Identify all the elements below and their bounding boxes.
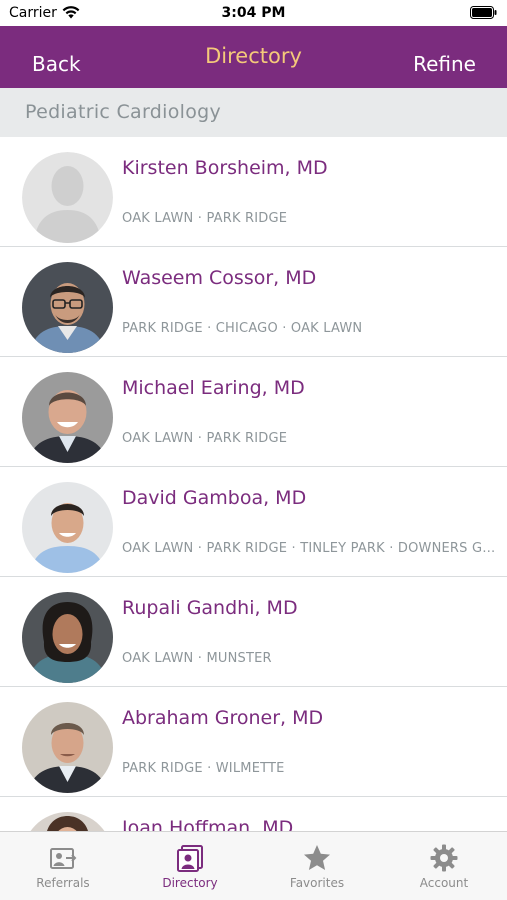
provider-locations: OAK LAWN · PARK RIDGE [122,211,288,226]
provider-name: Kirsten Borsheim, MD [122,157,328,179]
avatar-placeholder [22,152,113,243]
referral-icon [50,848,77,869]
tab-favorites[interactable]: Favorites [254,832,380,900]
provider-locations: OAK LAWN · PARK RIDGE [122,431,288,446]
avatar [22,482,113,573]
tab-directory[interactable]: Directory [127,832,253,900]
tab-bar: Referrals Directory Favorites Account [0,831,507,900]
list-item[interactable]: Abraham Groner, MD PARK RIDGE · WILMETTE [0,687,507,797]
provider-list[interactable]: Kirsten Borsheim, MD OAK LAWN · PARK RID… [0,137,507,832]
provider-photo [22,482,113,573]
tab-label: Referrals [36,876,90,890]
tab-account[interactable]: Account [381,832,507,900]
provider-locations: OAK LAWN · MUNSTER [122,651,272,666]
provider-name: Waseem Cossor, MD [122,267,317,289]
provider-name: Michael Earing, MD [122,377,305,399]
provider-photo [22,702,113,793]
provider-locations: PARK RIDGE · WILMETTE [122,761,285,776]
battery-icon [470,6,497,19]
tab-label: Favorites [289,876,345,890]
provider-name: Joan Hoffman, MD [122,817,294,832]
avatar [22,262,113,353]
refine-button[interactable]: Refine [413,52,476,76]
tab-label: Account [419,876,469,890]
provider-photo [22,372,113,463]
list-item[interactable]: Rupali Gandhi, MD OAK LAWN · MUNSTER [0,577,507,687]
provider-name: Rupali Gandhi, MD [122,597,298,619]
avatar [22,812,113,832]
person-silhouette-icon [22,152,113,243]
avatar [22,702,113,793]
list-item[interactable]: Waseem Cossor, MD PARK RIDGE · CHICAGO ·… [0,247,507,357]
list-item[interactable]: Joan Hoffman, MD [0,797,507,832]
provider-name: David Gamboa, MD [122,487,307,509]
list-item[interactable]: Michael Earing, MD OAK LAWN · PARK RIDGE [0,357,507,467]
directory-icon [177,845,203,872]
tab-label: Directory [162,876,218,890]
status-time: 3:04 PM [221,5,286,21]
provider-photo [22,592,113,683]
provider-photo [22,812,113,832]
gear-icon [430,844,458,872]
list-item[interactable]: David Gamboa, MD OAK LAWN · PARK RIDGE ·… [0,467,507,577]
navigation-bar: Back Directory Refine [0,26,507,88]
avatar [22,592,113,683]
provider-locations: PARK RIDGE · CHICAGO · OAK LAWN [122,321,363,336]
star-icon [304,845,330,870]
avatar [22,372,113,463]
provider-name: Abraham Groner, MD [122,707,324,729]
tab-referrals[interactable]: Referrals [0,832,126,900]
section-title: Pediatric Cardiology [25,101,222,123]
list-item[interactable]: Kirsten Borsheim, MD OAK LAWN · PARK RID… [0,137,507,247]
provider-photo [22,262,113,353]
provider-locations: OAK LAWN · PARK RIDGE · TINLEY PARK · DO… [122,541,500,556]
section-header: Pediatric Cardiology [0,88,507,137]
status-bar: Carrier 3:04 PM [0,0,507,26]
